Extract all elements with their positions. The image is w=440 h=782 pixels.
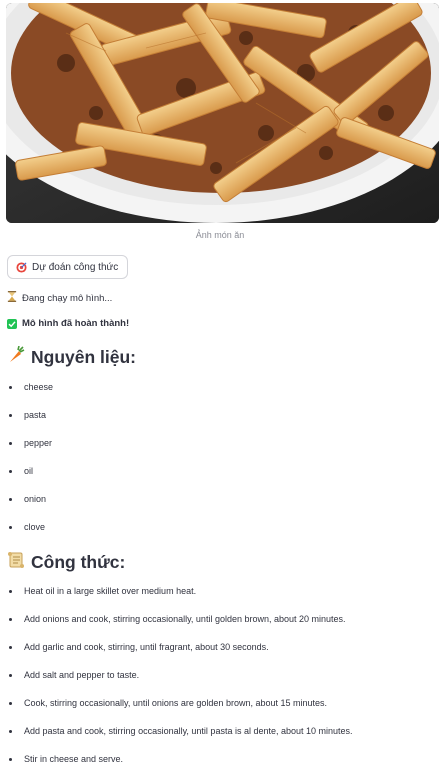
list-item: Stir in cheese and serve. xyxy=(7,754,432,782)
list-item: Heat oil in a large skillet over medium … xyxy=(7,586,432,614)
status-running: Đang chạy mô hình... xyxy=(7,291,112,305)
check-icon xyxy=(7,318,17,329)
status-done-text: Mô hình đã hoàn thành! xyxy=(22,318,130,329)
carrot-icon xyxy=(7,345,25,369)
image-caption: Ảnh món ăn xyxy=(195,230,245,240)
recipe-steps-list: Heat oil in a large skillet over medium … xyxy=(7,586,432,782)
ingredients-heading: Nguyên liệu: xyxy=(7,345,137,369)
list-item: clove xyxy=(7,522,432,550)
pasta-illustration xyxy=(6,3,439,223)
dish-image xyxy=(6,3,439,223)
list-item: Add pasta and cook, stirring occasionall… xyxy=(7,726,432,754)
hourglass-icon xyxy=(7,291,17,305)
predict-button-label: Dự đoán công thức xyxy=(32,261,119,273)
status-done: Mô hình đã hoàn thành! xyxy=(7,318,129,329)
ingredients-title: Nguyên liệu: xyxy=(31,347,137,367)
list-item: Add salt and pepper to taste. xyxy=(7,670,432,698)
list-item: Cook, stirring occasionally, until onion… xyxy=(7,698,432,726)
recipe-title: Công thức: xyxy=(31,552,126,572)
ingredients-list: cheese pasta pepper oil onion clove xyxy=(7,382,432,550)
list-item: pepper xyxy=(7,438,432,466)
target-icon xyxy=(16,261,27,273)
list-item: pasta xyxy=(7,410,432,438)
status-running-text: Đang chạy mô hình... xyxy=(22,292,113,304)
list-item: Add garlic and cook, stirring, until fra… xyxy=(7,642,432,670)
recipe-heading: Công thức: xyxy=(7,551,125,574)
predict-recipe-button[interactable]: Dự đoán công thức xyxy=(7,255,129,279)
list-item: oil xyxy=(7,466,432,494)
list-item: cheese xyxy=(7,382,432,410)
list-item: Add onions and cook, stirring occasional… xyxy=(7,614,432,642)
app-main: Ảnh món ăn Dự đoán công thức Đang chạy m… xyxy=(0,0,440,770)
list-item: onion xyxy=(7,494,432,522)
scroll-icon xyxy=(7,551,25,574)
